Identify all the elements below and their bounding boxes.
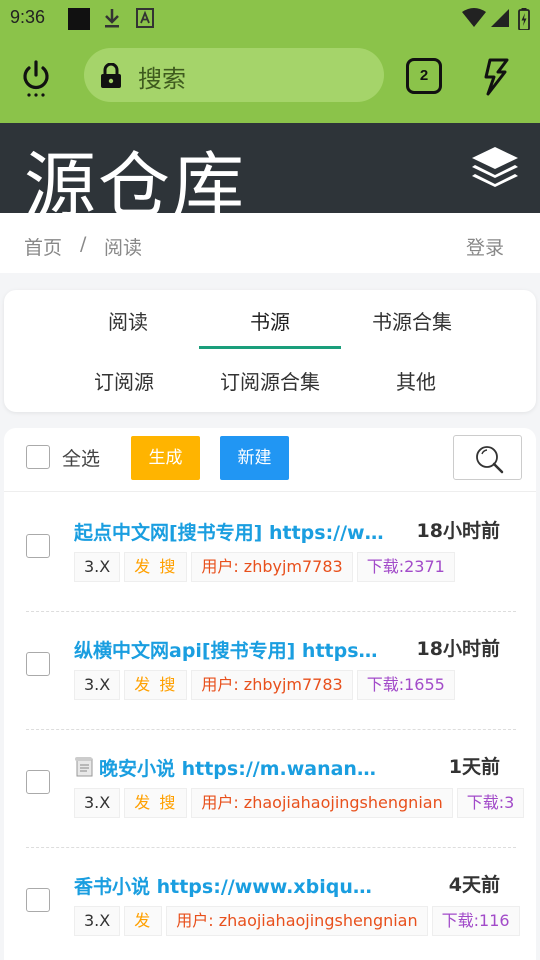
tab-subscription-collection[interactable]: 订阅源合集 [210, 366, 330, 395]
site-header: 源仓库 [0, 123, 540, 228]
search-icon [474, 444, 504, 478]
item-tags: 3.X 发用户: zhaojiahaojingshengnian 下载:116 [74, 906, 536, 936]
item-tags: 3.X 发 搜用户: zhbyjm7783 下载:1655 [74, 670, 536, 700]
type-tag: 发 搜 [124, 670, 188, 700]
signal-icon [490, 8, 510, 32]
type-tag: 发 [124, 906, 163, 936]
item-checkbox[interactable] [26, 652, 50, 676]
tab-book-source[interactable]: 书源 [230, 306, 310, 335]
tab-subscription-source[interactable]: 订阅源 [74, 366, 174, 395]
version-tag: 3.X [74, 788, 121, 818]
download-tag: 下载:3 [456, 788, 525, 818]
item-time: 1天前 [448, 756, 500, 778]
select-all-label[interactable]: 全选 [62, 444, 100, 471]
search-input[interactable]: 搜索 [84, 48, 384, 102]
download-tag: 下载:1655 [356, 670, 455, 700]
user-tag[interactable]: 用户: zhbyjm7783 [191, 670, 353, 700]
breadcrumb-home[interactable]: 首页 [24, 233, 62, 260]
breadcrumb-current: 阅读 [104, 237, 143, 259]
scroll-icon [74, 756, 96, 778]
active-tab-indicator [199, 346, 341, 349]
generate-button[interactable]: 生成 [131, 436, 200, 480]
item-checkbox[interactable] [26, 888, 50, 912]
user-tag[interactable]: 用户: zhbyjm7783 [191, 552, 353, 582]
tab-reading[interactable]: 阅读 [88, 306, 168, 335]
item-title[interactable]: 起点中文网[搜书专用] https://www.qidian.com [74, 518, 384, 545]
item-title-row[interactable]: 晚安小说 https://m.wananxs.com [74, 754, 384, 781]
source-list-panel: 全选 生成 新建 起点中文网[搜书专用] https://www.qidian.… [4, 428, 536, 960]
status-bar: 9:36 [0, 0, 540, 36]
status-time: 9:36 [10, 7, 46, 27]
list-item: 晚安小说 https://m.wananxs.com 1天前 3.X发 搜用户:… [4, 730, 536, 848]
item-title[interactable]: 香书小说 https://www.xbiqugu.net [74, 872, 384, 899]
list-item: 纵横中文网api[搜书专用] https://www.zongheng.com … [4, 612, 536, 730]
action-row: 全选 生成 新建 [4, 428, 536, 492]
item-checkbox[interactable] [26, 534, 50, 558]
item-title[interactable]: 纵横中文网api[搜书专用] https://www.zongheng.com [74, 636, 384, 663]
battery-charging-icon [518, 8, 530, 34]
version-tag: 3.X [74, 552, 121, 582]
black-square-icon [68, 8, 90, 34]
version-tag: 3.X [74, 670, 121, 700]
search-button[interactable] [453, 435, 522, 480]
list-item: 香书小说 https://www.xbiqugu.net 4天前 3.X发用户:… [4, 848, 536, 960]
breadcrumb: 首页 / 阅读 登录 [0, 213, 540, 273]
user-tag[interactable]: 用户: zhaojiahaojingshengnian [191, 788, 453, 818]
version-tag: 3.X [74, 906, 121, 936]
download-tag: 下载:2371 [356, 552, 455, 582]
item-time: 18小时前 [416, 638, 500, 660]
search-placeholder: 搜索 [138, 65, 186, 93]
tab-book-source-collection[interactable]: 书源合集 [362, 306, 462, 335]
download-icon [103, 8, 121, 34]
tab-count-button[interactable]: 2 [406, 58, 442, 94]
type-tag: 发 搜 [124, 552, 188, 582]
list-item: 起点中文网[搜书专用] https://www.qidian.com 18小时前… [4, 494, 536, 612]
lightning-icon[interactable] [482, 58, 510, 100]
wifi-icon [462, 8, 486, 32]
select-all-checkbox[interactable] [26, 445, 50, 469]
item-time: 4天前 [448, 874, 500, 896]
download-tag: 下载:116 [431, 906, 520, 936]
item-title: 晚安小说 https://m.wananxs.com [99, 758, 384, 780]
font-icon [136, 8, 154, 32]
category-tabs: 阅读 书源 书源合集 订阅源 订阅源合集 其他 [4, 290, 536, 412]
item-time: 18小时前 [416, 520, 500, 542]
lock-icon [100, 62, 122, 93]
tab-other[interactable]: 其他 [376, 366, 456, 395]
item-tags: 3.X 发 搜用户: zhbyjm7783 下载:2371 [74, 552, 536, 582]
login-link[interactable]: 登录 [466, 233, 504, 260]
browser-toolbar: 搜索 2 [0, 36, 540, 123]
item-checkbox[interactable] [26, 770, 50, 794]
type-tag: 发 搜 [124, 788, 188, 818]
user-tag[interactable]: 用户: zhaojiahaojingshengnian [166, 906, 428, 936]
new-button[interactable]: 新建 [220, 436, 289, 480]
breadcrumb-separator: / [80, 233, 87, 255]
layers-menu-icon[interactable] [470, 145, 520, 195]
item-tags: 3.X 发 搜用户: zhaojiahaojingshengnian 下载:3 [74, 788, 536, 818]
power-icon[interactable] [20, 60, 52, 98]
